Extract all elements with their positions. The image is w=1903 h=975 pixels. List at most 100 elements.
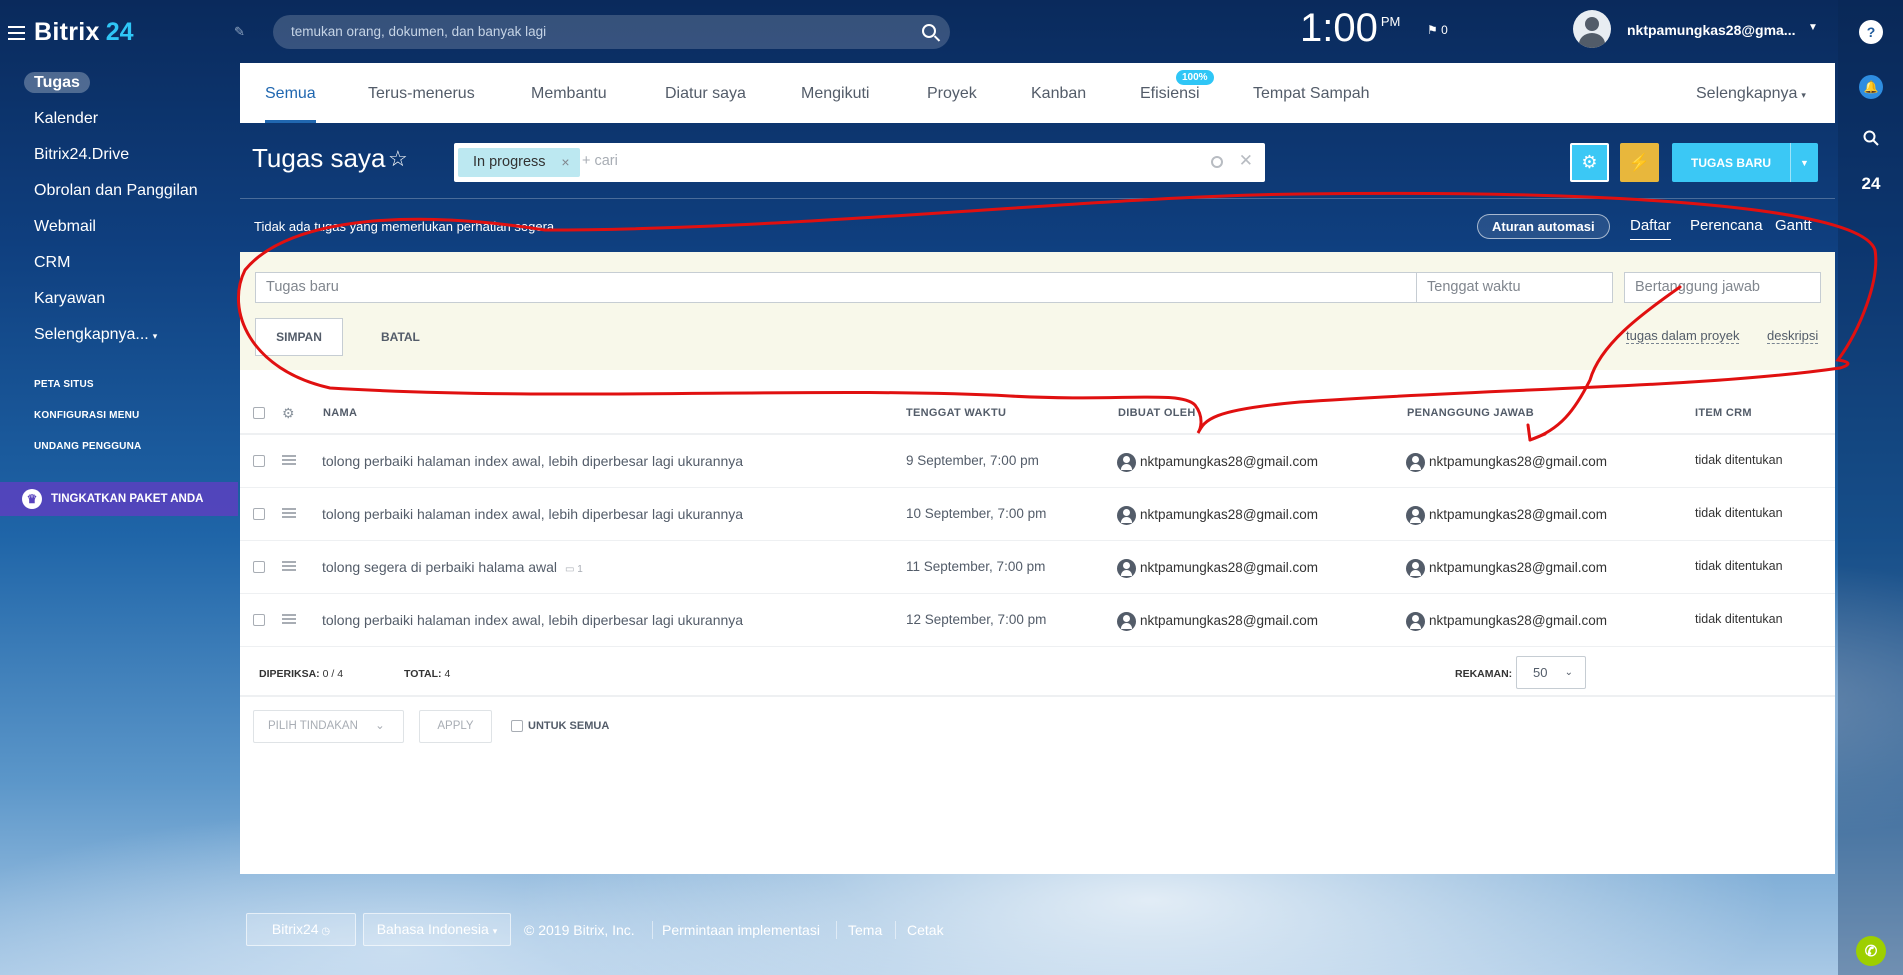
task-creator[interactable]: nktpamungkas28@gmail.com	[1117, 612, 1318, 631]
task-creator[interactable]: nktpamungkas28@gmail.com	[1117, 506, 1318, 525]
help-icon[interactable]: ?	[1859, 20, 1883, 44]
records-per-page-select[interactable]: 50 ⌄	[1516, 656, 1586, 689]
row-checkbox[interactable]	[253, 614, 265, 626]
row-checkbox[interactable]	[253, 508, 265, 520]
view-planner[interactable]: Perencana	[1690, 217, 1763, 234]
chevron-down-icon[interactable]: ▼	[1790, 143, 1818, 182]
sidebar-item-more[interactable]: Selengkapnya... ▾	[22, 323, 210, 359]
sidebar-item-tugas[interactable]: Tugas	[22, 71, 210, 107]
filter-chip-in-progress[interactable]: In progress ×	[458, 148, 580, 177]
tab-tempat-sampah[interactable]: Tempat Sampah	[1253, 63, 1370, 123]
task-name-link[interactable]: tolong perbaiki halaman index awal, lebi…	[322, 506, 743, 522]
drag-handle-icon[interactable]	[282, 508, 296, 518]
table-row[interactable]: tolong perbaiki halaman index awal, lebi…	[240, 488, 1835, 541]
global-search-input[interactable]: temukan orang, dokumen, dan banyak lagi	[273, 15, 950, 49]
column-header-responsible[interactable]: PENANGGUNG JAWAB	[1407, 407, 1534, 419]
task-deadline[interactable]: 9 September, 7:00 pm	[906, 453, 1039, 468]
project-task-link[interactable]: tugas dalam proyek	[1626, 328, 1740, 344]
task-responsible[interactable]: nktpamungkas28@gmail.com	[1406, 559, 1607, 578]
row-checkbox[interactable]	[253, 561, 265, 573]
bitrix24-icon[interactable]: 24	[1859, 172, 1883, 196]
settings-button[interactable]: ⚙	[1570, 143, 1609, 182]
invite-users-link[interactable]: UNDANG PENGGUNA	[34, 441, 141, 452]
action-select[interactable]: PILIH TINDAKAN ⌄	[253, 710, 404, 743]
task-responsible[interactable]: nktpamungkas28@gmail.com	[1406, 612, 1607, 631]
search-icon[interactable]	[1859, 126, 1883, 150]
task-creator[interactable]: nktpamungkas28@gmail.com	[1117, 453, 1318, 472]
search-icon[interactable]	[922, 24, 936, 38]
column-header-deadline[interactable]: TENGGAT WAKTU	[906, 407, 1006, 419]
tab-more[interactable]: Selengkapnya ▾	[1696, 63, 1806, 123]
user-name[interactable]: nktpamungkas28@gma...	[1627, 22, 1795, 38]
brand-logo[interactable]: Bitrix 24	[8, 18, 134, 47]
close-icon[interactable]: ×	[561, 148, 569, 177]
phone-icon[interactable]: ✆	[1856, 936, 1886, 966]
task-name-link[interactable]: tolong perbaiki halaman index awal, lebi…	[322, 612, 743, 628]
print-link[interactable]: Cetak	[907, 922, 944, 938]
cancel-button[interactable]: BATAL	[381, 330, 420, 344]
tab-efisiensi[interactable]: Efisiensi 100%	[1140, 63, 1214, 123]
bell-icon[interactable]: 🔔	[1859, 75, 1883, 99]
menu-burger-icon[interactable]	[8, 25, 25, 40]
flag-counter[interactable]: ⚑ 0	[1427, 23, 1448, 37]
gear-icon[interactable]: ⚙	[282, 405, 295, 422]
automation-button[interactable]: ⚡	[1620, 143, 1659, 182]
tab-proyek[interactable]: Proyek	[927, 63, 977, 123]
task-name-link[interactable]: tolong segera di perbaiki halama awal ▭ 1	[322, 559, 583, 575]
responsible-field[interactable]: Bertanggung jawab	[1624, 272, 1821, 303]
column-header-name[interactable]: NAMA	[323, 407, 357, 419]
description-link[interactable]: deskripsi	[1767, 328, 1819, 344]
search-icon[interactable]	[1211, 156, 1223, 168]
view-list[interactable]: Daftar	[1630, 217, 1671, 240]
automation-rules-button[interactable]: Aturan automasi	[1477, 214, 1610, 239]
task-responsible[interactable]: nktpamungkas28@gmail.com	[1406, 506, 1607, 525]
tab-kanban[interactable]: Kanban	[1031, 63, 1086, 123]
clock[interactable]: 1:00 PM	[1300, 6, 1400, 51]
task-creator[interactable]: nktpamungkas28@gmail.com	[1117, 559, 1318, 578]
save-button[interactable]: SIMPAN	[255, 318, 343, 356]
drag-handle-icon[interactable]	[282, 614, 296, 624]
configure-menu-link[interactable]: KONFIGURASI MENU	[34, 410, 139, 421]
new-task-button[interactable]: TUGAS BARU ▼	[1672, 143, 1818, 182]
sitemap-link[interactable]: PETA SITUS	[34, 379, 94, 390]
sidebar-item-drive[interactable]: Bitrix24.Drive	[22, 143, 210, 179]
sidebar-item-chat[interactable]: Obrolan dan Panggilan	[22, 179, 210, 215]
task-deadline[interactable]: 12 September, 7:00 pm	[906, 612, 1046, 627]
sidebar-item-karyawan[interactable]: Karyawan	[22, 287, 210, 323]
view-gantt[interactable]: Gantt	[1775, 217, 1812, 234]
column-header-creator[interactable]: DIBUAT OLEH	[1118, 407, 1196, 419]
tab-semua[interactable]: Semua	[265, 63, 316, 123]
star-icon[interactable]: ☆	[388, 146, 408, 172]
sidebar-item-crm[interactable]: CRM	[22, 251, 210, 287]
apply-button[interactable]: APPLY	[419, 710, 492, 743]
task-name-link[interactable]: tolong perbaiki halaman index awal, lebi…	[322, 453, 743, 469]
upgrade-plan-button[interactable]: ♛ TINGKATKAN PAKET ANDA	[0, 482, 238, 516]
tab-terus-menerus[interactable]: Terus-menerus	[368, 63, 475, 123]
table-row[interactable]: tolong perbaiki halaman index awal, lebi…	[240, 594, 1835, 647]
task-deadline[interactable]: 10 September, 7:00 pm	[906, 506, 1046, 521]
table-row[interactable]: tolong segera di perbaiki halama awal ▭ 1…	[240, 541, 1835, 594]
tab-mengikuti[interactable]: Mengikuti	[801, 63, 869, 123]
tab-membantu[interactable]: Membantu	[531, 63, 607, 123]
edit-pencil-icon[interactable]: ✎	[234, 24, 245, 40]
task-responsible[interactable]: nktpamungkas28@gmail.com	[1406, 453, 1607, 472]
close-icon[interactable]: ✕	[1239, 151, 1253, 171]
filter-search-input[interactable]: In progress × + cari ✕	[454, 143, 1265, 182]
sidebar-item-webmail[interactable]: Webmail	[22, 215, 210, 251]
table-row[interactable]: tolong perbaiki halaman index awal, lebi…	[240, 435, 1835, 488]
tab-diatur-saya[interactable]: Diatur saya	[665, 63, 746, 123]
row-checkbox[interactable]	[253, 455, 265, 467]
task-deadline[interactable]: 11 September, 7:00 pm	[906, 559, 1045, 574]
theme-link[interactable]: Tema	[848, 922, 882, 938]
user-avatar[interactable]	[1573, 10, 1611, 48]
chevron-down-icon[interactable]: ▼	[1808, 22, 1818, 33]
footer-logo-button[interactable]: Bitrix24 ◷	[246, 913, 356, 946]
column-header-crm[interactable]: ITEM CRM	[1695, 407, 1752, 419]
select-all-checkbox[interactable]	[253, 407, 265, 419]
drag-handle-icon[interactable]	[282, 561, 296, 571]
deadline-field[interactable]: Tenggat waktu	[1416, 272, 1613, 303]
task-title-field[interactable]: Tugas baru	[255, 272, 1420, 303]
language-select[interactable]: Bahasa Indonesia ▾	[363, 913, 511, 946]
for-all-checkbox[interactable]	[511, 720, 523, 732]
sidebar-item-kalender[interactable]: Kalender	[22, 107, 210, 143]
